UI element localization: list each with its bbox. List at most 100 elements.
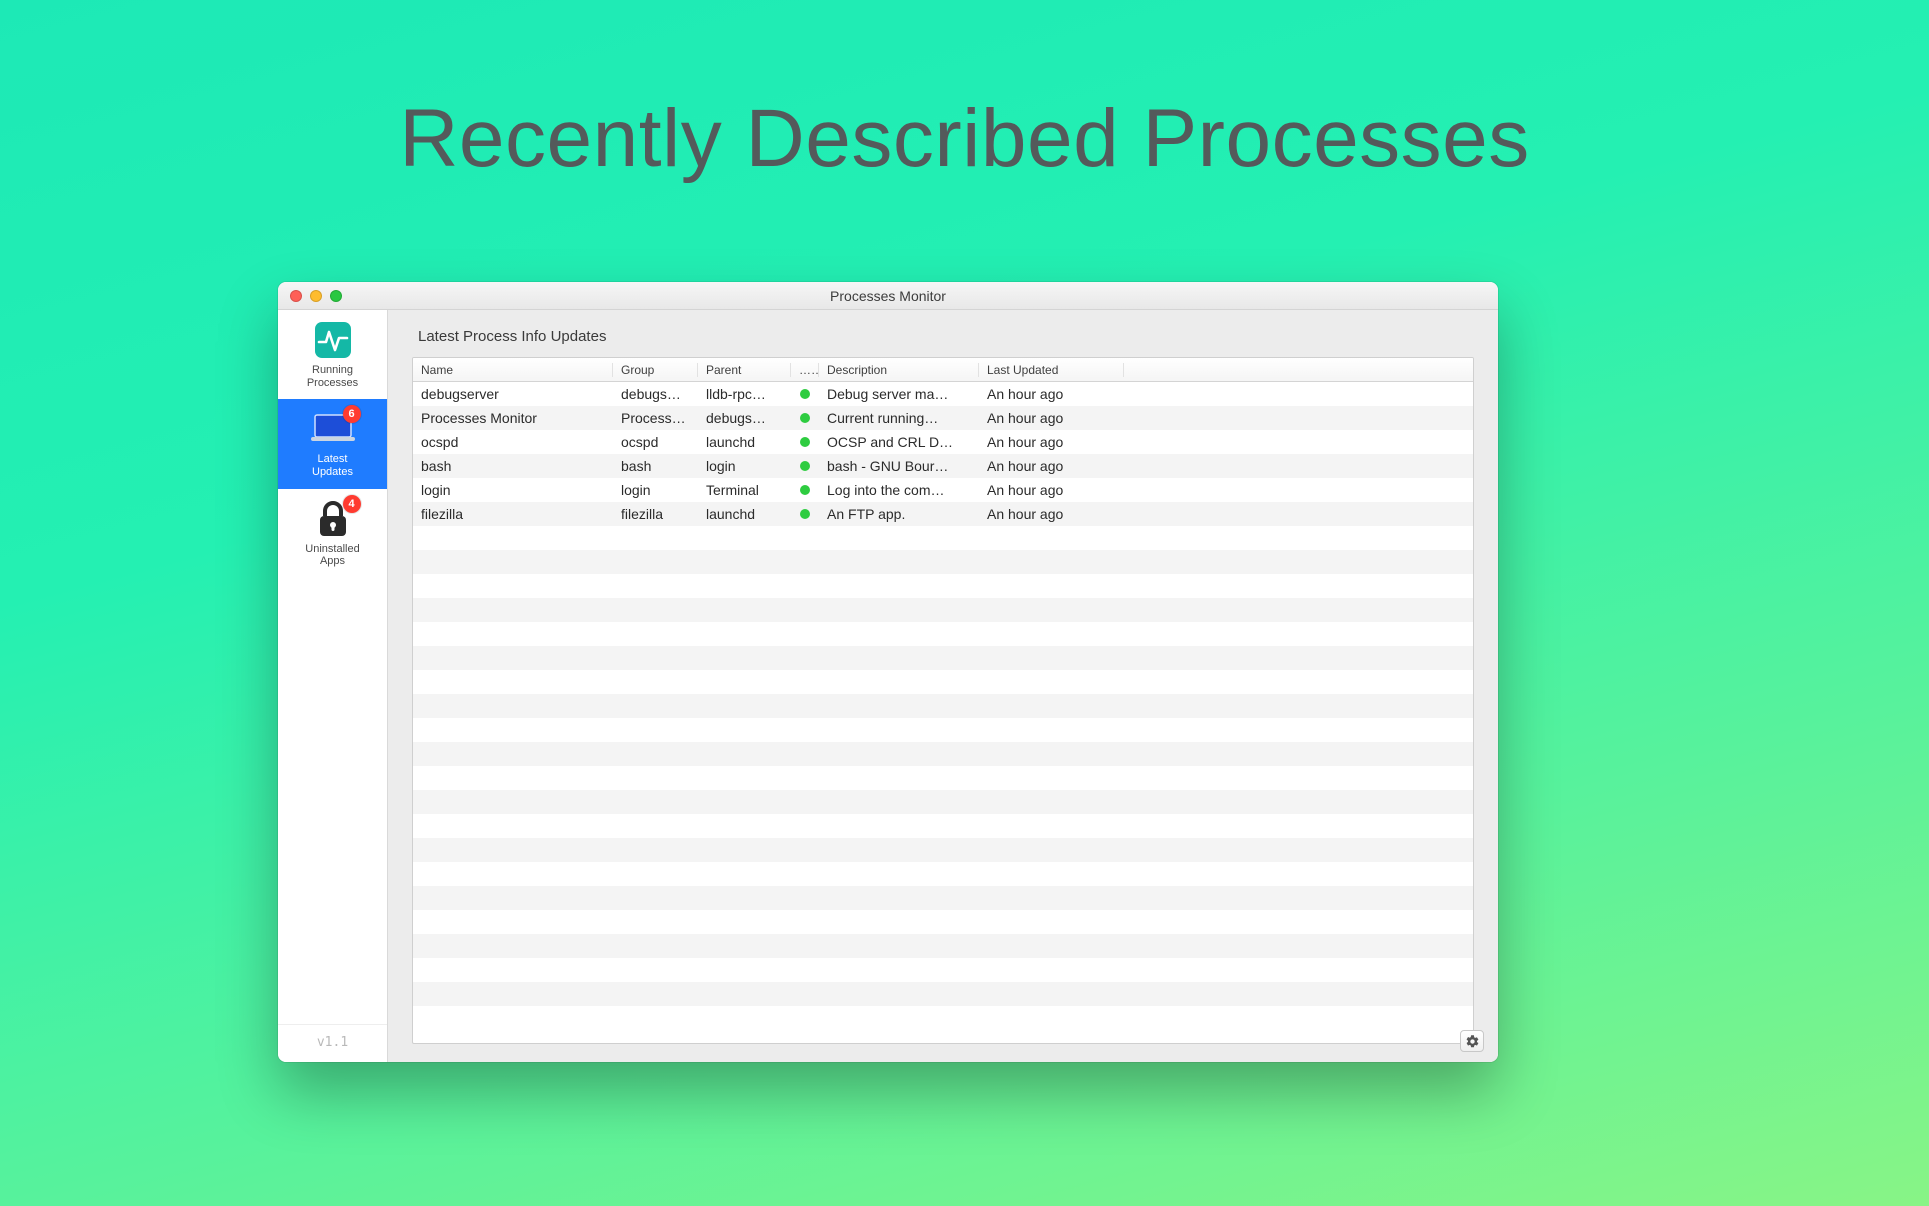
- sidebar-item-label: Uninstalled Apps: [305, 543, 359, 568]
- col-status[interactable]: …: [791, 363, 819, 377]
- cell-group: login: [613, 482, 698, 498]
- cell-last-updated: An hour ago: [979, 434, 1124, 450]
- table-row-empty: [413, 574, 1473, 598]
- updates-table: Name Group Parent … Description Last Upd…: [412, 357, 1474, 1044]
- cell-description: Log into the com…: [819, 482, 979, 498]
- badge: 6: [343, 405, 361, 423]
- maximize-icon[interactable]: [330, 290, 342, 302]
- cell-name: login: [413, 482, 613, 498]
- table-body[interactable]: debugserverdebugs…lldb-rpc…Debug server …: [413, 382, 1473, 1043]
- table-row[interactable]: ocspdocspdlaunchdOCSP and CRL D…An hour …: [413, 430, 1473, 454]
- col-group[interactable]: Group: [613, 363, 698, 377]
- cell-last-updated: An hour ago: [979, 410, 1124, 426]
- col-description[interactable]: Description: [819, 363, 979, 377]
- col-parent[interactable]: Parent: [698, 363, 791, 377]
- badge: 4: [343, 495, 361, 513]
- table-row-empty: [413, 742, 1473, 766]
- table-row-empty: [413, 670, 1473, 694]
- table-row-empty: [413, 694, 1473, 718]
- status-dot-icon: [800, 413, 810, 423]
- table-row-empty: [413, 862, 1473, 886]
- table-header: Name Group Parent … Description Last Upd…: [413, 358, 1473, 382]
- table-row-empty: [413, 934, 1473, 958]
- minimize-icon[interactable]: [310, 290, 322, 302]
- table-row[interactable]: debugserverdebugs…lldb-rpc… Debug server …: [413, 382, 1473, 406]
- cell-status: [791, 485, 819, 495]
- table-row-empty: [413, 814, 1473, 838]
- cell-name: Processes Monitor: [413, 410, 613, 426]
- cell-status: [791, 437, 819, 447]
- cell-last-updated: An hour ago: [979, 506, 1124, 522]
- table-row-empty: [413, 958, 1473, 982]
- titlebar: Processes Monitor: [278, 282, 1498, 310]
- activity-icon: [311, 320, 355, 360]
- close-icon[interactable]: [290, 290, 302, 302]
- status-dot-icon: [800, 461, 810, 471]
- status-dot-icon: [800, 389, 810, 399]
- table-row-empty: [413, 718, 1473, 742]
- status-dot-icon: [800, 437, 810, 447]
- sidebar-item-label: Running Processes: [307, 364, 358, 389]
- app-window: Processes Monitor Running Processes: [278, 282, 1498, 1062]
- monitor-icon: 6: [311, 409, 355, 449]
- cell-name: debugserver: [413, 386, 613, 402]
- cell-name: bash: [413, 458, 613, 474]
- settings-button[interactable]: [1460, 1030, 1484, 1052]
- cell-last-updated: An hour ago: [979, 482, 1124, 498]
- cell-group: bash: [613, 458, 698, 474]
- table-row-empty: [413, 622, 1473, 646]
- cell-group: ocspd: [613, 434, 698, 450]
- page-title: Recently Described Processes: [0, 92, 1929, 186]
- cell-description: bash - GNU Bour…: [819, 458, 979, 474]
- lock-icon: 4: [311, 499, 355, 539]
- cell-name: filezilla: [413, 506, 613, 522]
- status-dot-icon: [800, 485, 810, 495]
- table-row-empty: [413, 598, 1473, 622]
- sidebar-item-label: Latest Updates: [312, 453, 353, 478]
- sidebar-item-running-processes[interactable]: Running Processes: [278, 310, 387, 399]
- table-row-empty: [413, 910, 1473, 934]
- sidebar: Running Processes 6 Latest Updates: [278, 310, 388, 1062]
- table-row[interactable]: bashbashloginbash - GNU Bour…An hour ago: [413, 454, 1473, 478]
- table-row-empty: [413, 526, 1473, 550]
- table-row-empty: [413, 790, 1473, 814]
- cell-name: ocspd: [413, 434, 613, 450]
- cell-status: [791, 461, 819, 471]
- cell-parent: launchd: [698, 506, 791, 522]
- cell-parent: Terminal: [698, 482, 791, 498]
- cell-description: OCSP and CRL D…: [819, 434, 979, 450]
- status-dot-icon: [800, 509, 810, 519]
- cell-description: An FTP app.: [819, 506, 979, 522]
- cell-status: [791, 413, 819, 423]
- cell-group: debugs…: [613, 386, 698, 402]
- table-row-empty: [413, 646, 1473, 670]
- col-name[interactable]: Name: [413, 363, 613, 377]
- table-row-empty: [413, 838, 1473, 862]
- cell-group: filezilla: [613, 506, 698, 522]
- col-last-updated[interactable]: Last Updated: [979, 363, 1124, 377]
- version-label: v1.1: [278, 1024, 387, 1062]
- sidebar-item-latest-updates[interactable]: 6 Latest Updates: [278, 399, 387, 488]
- table-row-empty: [413, 550, 1473, 574]
- table-row[interactable]: Processes MonitorProcess…debugs… Current …: [413, 406, 1473, 430]
- table-row-empty: [413, 766, 1473, 790]
- cell-parent: launchd: [698, 434, 791, 450]
- main-pane: Latest Process Info Updates Name Group P…: [388, 310, 1498, 1062]
- table-row-empty: [413, 886, 1473, 910]
- table-row[interactable]: filezillafilezillalaunchdAn FTP app.An h…: [413, 502, 1473, 526]
- gear-icon: [1465, 1034, 1480, 1049]
- cell-last-updated: An hour ago: [979, 458, 1124, 474]
- cell-group: Process…: [613, 410, 698, 426]
- cell-last-updated: An hour ago: [979, 386, 1124, 402]
- cell-parent: lldb-rpc…: [698, 386, 791, 402]
- cell-status: [791, 389, 819, 399]
- table-row-empty: [413, 982, 1473, 1006]
- cell-description: Debug server ma…: [819, 386, 979, 402]
- cell-parent: login: [698, 458, 791, 474]
- cell-parent: debugs…: [698, 410, 791, 426]
- table-row[interactable]: loginloginTerminalLog into the com…An ho…: [413, 478, 1473, 502]
- sidebar-item-uninstalled-apps[interactable]: 4 Uninstalled Apps: [278, 489, 387, 578]
- window-title: Processes Monitor: [278, 288, 1498, 304]
- cell-description: Current running…: [819, 410, 979, 426]
- cell-status: [791, 509, 819, 519]
